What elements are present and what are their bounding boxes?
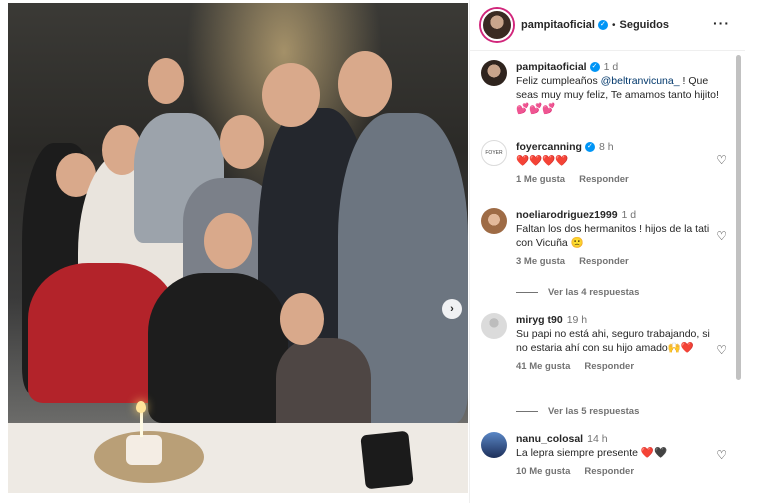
comment-username[interactable]: miryg t90: [516, 314, 563, 326]
comment-meta: 1 Me gusta Responder: [516, 173, 716, 187]
comment-username[interactable]: foyercanning: [516, 141, 582, 153]
post-side-panel: pampitaoficial ✓ • Seguidos ··· pampitao…: [469, 0, 745, 503]
comment-content: noeliarodriguez1999 1 d Faltan los dos he…: [516, 208, 716, 269]
replies-line: [516, 411, 538, 412]
caption-author-avatar[interactable]: [481, 60, 507, 86]
comment-avatar[interactable]: [481, 432, 507, 458]
comment-username[interactable]: nanu_colosal: [516, 433, 583, 445]
phone-on-table: [360, 430, 414, 490]
caption-body: pampitaoficial ✓ 1 d Feliz cumpleaños @bel…: [516, 60, 731, 116]
like-heart-icon[interactable]: ♡: [716, 448, 727, 462]
view-replies-label: Ver las 5 respuestas: [548, 406, 640, 417]
comment-likes[interactable]: 41 Me gusta: [516, 361, 570, 372]
person-head: [148, 58, 184, 104]
candle: [140, 411, 143, 437]
view-replies-button[interactable]: Ver las 5 respuestas: [516, 406, 639, 417]
comment-meta: 3 Me gusta Responder: [516, 255, 716, 269]
like-heart-icon[interactable]: ♡: [716, 343, 727, 357]
caption-mention-link[interactable]: @beltranvicuna_: [601, 75, 680, 87]
person-head: [220, 115, 264, 169]
person-head: [262, 63, 320, 127]
comment-text: Su papi no está ahi, seguro trabajando, …: [516, 328, 710, 354]
separator-dot: •: [611, 19, 616, 31]
post-photo: [8, 3, 468, 493]
reply-button[interactable]: Responder: [579, 174, 629, 185]
person-head: [338, 51, 392, 117]
caption-username[interactable]: pampitaoficial: [516, 61, 587, 73]
like-heart-icon[interactable]: ♡: [716, 229, 727, 243]
view-replies-button[interactable]: Ver las 4 respuestas: [516, 287, 639, 298]
comment-likes[interactable]: 10 Me gusta: [516, 466, 570, 477]
verified-badge-icon: ✓: [589, 62, 600, 73]
reply-button[interactable]: Responder: [584, 466, 634, 477]
comment-time[interactable]: 19 h: [567, 314, 587, 326]
comment-item: noeliarodriguez1999 1 d Faltan los dos he…: [481, 208, 736, 269]
scrollbar[interactable]: [736, 55, 741, 380]
person-head: [280, 293, 324, 345]
comment-content: miryg t90 19 h Su papi no está ahi, segur…: [516, 313, 716, 374]
comment-avatar[interactable]: FOYER: [481, 140, 507, 166]
comment-item: miryg t90 19 h Su papi no está ahi, segur…: [481, 313, 736, 374]
comment-avatar[interactable]: [481, 208, 507, 234]
person-head: [204, 213, 252, 269]
comment-meta: 10 Me gusta Responder: [516, 465, 716, 479]
birthday-cake: [126, 435, 162, 465]
reply-button[interactable]: Responder: [579, 256, 629, 267]
comment-avatar[interactable]: [481, 313, 507, 339]
comment-text: ❤️❤️❤️❤️: [516, 155, 569, 167]
avatar-logo-text: FOYER: [485, 150, 503, 156]
like-heart-icon[interactable]: ♡: [716, 153, 727, 167]
comment-time[interactable]: 14 h: [587, 433, 607, 445]
candle-flame: [136, 401, 146, 413]
caption-text-start: Feliz cumpleaños: [516, 75, 601, 87]
verified-badge-icon: ✓: [597, 20, 608, 30]
comment-time[interactable]: 8 h: [599, 141, 614, 153]
comment-likes[interactable]: 3 Me gusta: [516, 256, 565, 267]
comment-meta: 41 Me gusta Responder: [516, 360, 716, 374]
comment-likes[interactable]: 1 Me gusta: [516, 174, 565, 185]
comment-content: nanu_colosal 14 h La lepra siempre presen…: [516, 432, 716, 479]
more-options-icon[interactable]: ···: [713, 15, 730, 31]
comment-time[interactable]: 1 d: [622, 209, 637, 221]
reply-button[interactable]: Responder: [584, 361, 634, 372]
comments-scroll-area[interactable]: pampitaoficial ✓ 1 d Feliz cumpleaños @bel…: [470, 52, 745, 503]
view-replies-label: Ver las 4 respuestas: [548, 287, 640, 298]
chevron-right-icon: ›: [450, 303, 454, 315]
comment-username[interactable]: noeliarodriguez1999: [516, 209, 618, 221]
comment-text: La lepra siempre presente ❤️🖤: [516, 447, 668, 459]
replies-line: [516, 292, 538, 293]
following-button[interactable]: Seguidos: [619, 19, 669, 31]
person-boy-center: [148, 273, 288, 423]
comment-content: foyercanning ✓ 8 h ❤️❤️❤️❤️ 1 Me gusta Resp…: [516, 140, 716, 187]
author-avatar[interactable]: [481, 9, 513, 41]
comment-text: Faltan los dos hermanitos ! hijos de la …: [516, 223, 710, 249]
post-header: pampitaoficial ✓ • Seguidos ···: [470, 0, 745, 51]
comment-item: nanu_colosal 14 h La lepra siempre presen…: [481, 432, 736, 479]
caption-time[interactable]: 1 d: [604, 61, 619, 73]
comment-item: FOYER foyercanning ✓ 8 h ❤️❤️❤️❤️ 1 Me gus…: [481, 140, 736, 187]
verified-badge-icon: ✓: [584, 142, 595, 153]
author-username[interactable]: pampitaoficial: [521, 19, 595, 31]
next-photo-button[interactable]: ›: [442, 299, 462, 319]
post-caption: pampitaoficial ✓ 1 d Feliz cumpleaños @bel…: [481, 60, 731, 116]
